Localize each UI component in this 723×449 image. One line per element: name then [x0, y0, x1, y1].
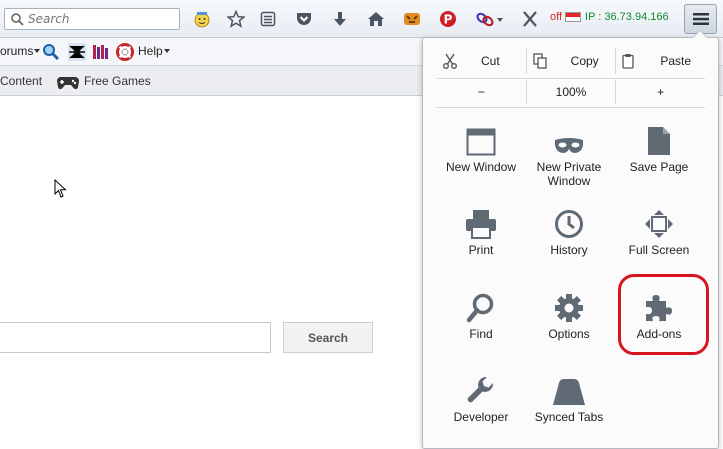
x-extension-icon[interactable] — [520, 9, 540, 29]
print-label: Print — [468, 243, 494, 257]
page-search-button[interactable]: Search — [283, 322, 373, 353]
history-button[interactable]: History — [523, 205, 615, 257]
zoom-controls: − 100% + — [437, 80, 705, 104]
ip-status-off: off — [550, 11, 563, 23]
copy-button[interactable]: Copy — [525, 48, 616, 74]
highlight-annotation — [618, 274, 709, 355]
full-screen-label: Full Screen — [628, 243, 690, 257]
download-icon[interactable] — [330, 9, 350, 29]
free-games-link[interactable]: Free Games — [56, 71, 151, 91]
wrench-icon — [467, 376, 494, 403]
help-label: Help — [138, 44, 163, 58]
search-icon — [11, 12, 24, 26]
separator — [437, 78, 705, 79]
library-icon[interactable] — [92, 43, 110, 61]
save-page-button[interactable]: Save Page — [613, 122, 705, 174]
ip-address-text: IP : 36.73.94.166 — [585, 11, 669, 23]
hamburger-icon — [692, 13, 709, 25]
paste-button[interactable]: Paste — [615, 48, 705, 74]
edit-controls: Cut Copy Paste — [437, 48, 705, 74]
dropdown-arrow-icon — [34, 49, 41, 53]
print-button[interactable]: Print — [435, 205, 527, 257]
cut-button[interactable]: Cut — [437, 48, 526, 74]
save-page-icon — [648, 127, 670, 155]
lifebuoy-icon[interactable] — [116, 43, 134, 61]
magnifier-icon — [467, 293, 494, 323]
home-icon[interactable] — [366, 9, 386, 29]
bookmark-star-icon[interactable] — [226, 9, 246, 29]
options-label: Options — [548, 327, 590, 341]
help-menu[interactable]: Help — [138, 44, 170, 58]
printer-icon — [466, 210, 496, 239]
paste-label: Paste — [660, 54, 692, 68]
separator — [437, 107, 705, 108]
find-label: Find — [469, 327, 493, 341]
fullscreen-icon — [645, 210, 673, 238]
developer-label: Developer — [453, 410, 509, 424]
free-games-label: Free Games — [84, 74, 151, 88]
svg-text:P: P — [444, 13, 453, 27]
new-private-window-label: New Private Window — [536, 160, 602, 188]
history-label: History — [550, 243, 588, 257]
mouse-cursor-icon — [54, 179, 67, 198]
synced-tabs-button[interactable]: Synced Tabs — [523, 372, 615, 424]
pocket-icon[interactable] — [294, 9, 314, 29]
save-page-label: Save Page — [629, 160, 689, 174]
new-window-button[interactable]: New Window — [435, 122, 527, 174]
forums-menu[interactable]: orums — [0, 44, 41, 58]
zoom-in-button[interactable]: + — [615, 80, 705, 104]
panel-arrow-inner — [693, 31, 707, 38]
full-screen-button[interactable]: Full Screen — [613, 205, 705, 257]
spider-icon[interactable] — [68, 43, 86, 61]
zoom-out-button[interactable]: − — [437, 80, 526, 104]
zoom-reset-button[interactable]: 100% — [525, 80, 616, 104]
indonesia-flag-icon — [565, 12, 582, 22]
main-menu-panel: Cut Copy Paste − 100% + New Window New P… — [422, 37, 719, 449]
new-window-label: New Window — [445, 160, 517, 174]
forums-label: orums — [0, 44, 34, 58]
clock-icon — [555, 210, 583, 238]
scissors-icon — [443, 53, 457, 69]
extension-face-icon[interactable] — [192, 9, 212, 29]
new-window-icon — [466, 128, 496, 156]
pinterest-icon[interactable]: P — [438, 9, 458, 29]
tiger-extension-icon[interactable] — [402, 9, 422, 29]
page-search-input[interactable] — [0, 322, 271, 353]
options-button[interactable]: Options — [523, 289, 615, 341]
magnifier-tool-icon[interactable] — [42, 43, 60, 61]
link-dropdown-icon[interactable] — [474, 9, 506, 29]
gear-icon — [555, 294, 583, 322]
bookmarks-list-icon[interactable] — [258, 9, 278, 29]
gamepad-icon — [57, 77, 79, 90]
search-input[interactable] — [28, 12, 168, 26]
search-input-box[interactable] — [4, 8, 180, 30]
ip-indicator[interactable]: off IP : 36.73.94.166 — [550, 11, 669, 23]
synced-tabs-label: Synced Tabs — [534, 410, 604, 424]
synced-tabs-icon — [553, 379, 585, 405]
private-mask-icon — [554, 138, 584, 153]
new-private-window-button[interactable]: New Private Window — [523, 122, 615, 188]
content-link[interactable]: Content — [0, 74, 42, 88]
dropdown-arrow-icon — [163, 49, 170, 53]
content-label: Content — [0, 74, 43, 88]
developer-button[interactable]: Developer — [435, 372, 527, 424]
clipboard-icon — [622, 54, 634, 69]
cut-label: Cut — [481, 54, 500, 68]
copy-icon — [533, 53, 547, 69]
navigation-toolbar: P off IP : 36.73.94.166 — [0, 0, 723, 38]
find-button[interactable]: Find — [435, 289, 527, 341]
copy-label: Copy — [570, 54, 599, 68]
